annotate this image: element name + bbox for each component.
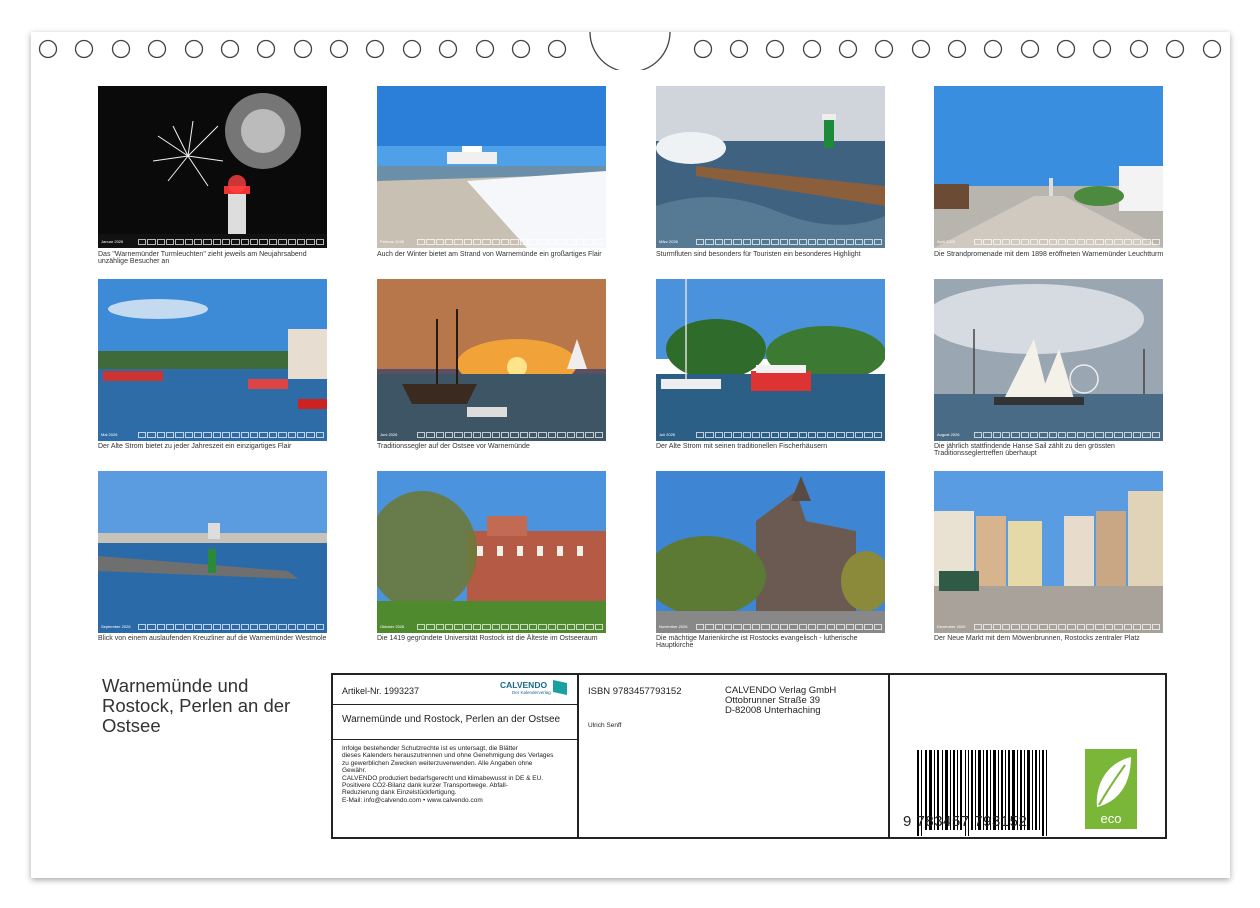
caption-january: Das "Warnemünder Turmleuchten" zieht jew… — [98, 251, 307, 265]
caption-april: Die Strandpromenade mit dem 1898 eröffne… — [934, 251, 1164, 258]
caption-june: Traditionssegler auf der Ostsee vor Warn… — [377, 443, 530, 450]
photo-october: Oktober 2026 — [377, 471, 606, 633]
month-strip: Dezember 2026 — [937, 623, 1160, 630]
calvendo-logo: CALVENDO Der Kalenderverlag — [500, 680, 570, 700]
month-strip: April 2026 — [937, 238, 1160, 245]
brand-tagline: Der Kalenderverlag — [512, 690, 551, 695]
author: Ulrich Senff — [588, 722, 622, 729]
caption-december: Der Neue Markt mit dem Möwenbrunnen, Ros… — [934, 635, 1140, 642]
info-title: Warnemünde und Rostock, Perlen an der Os… — [342, 714, 561, 725]
month-strip: März 2026 — [659, 238, 882, 245]
caption-march: Sturmfluten sind besonders für Touristen… — [656, 251, 861, 258]
caption-november: Die mächtige Marienkirche ist Rostocks e… — [656, 635, 858, 649]
photo-august: August 2026 — [934, 279, 1163, 441]
caption-october: Die 1419 gegründete Universität Rostock … — [377, 635, 598, 642]
caption-september: Blick von einem auslaufenden Kreuzliner … — [98, 635, 327, 642]
caption-july: Der Alte Strom mit seinen traditionellen… — [656, 443, 828, 450]
photo-november: November 2026 — [656, 471, 885, 633]
brand-name: CALVENDO — [500, 680, 548, 690]
calendar-title: Warnemünde und Rostock, Perlen an der Os… — [102, 675, 291, 736]
month-strip: Mai 2026 — [101, 431, 324, 438]
photo-january: Januar 2026 — [98, 86, 327, 248]
photo-may: Mai 2026 — [98, 279, 327, 441]
brand-mark-icon — [553, 680, 567, 695]
photo-september: September 2026 — [98, 471, 327, 633]
divider — [331, 704, 579, 706]
caption-may: Der Alte Strom bietet zu jeder Jahreszei… — [98, 443, 292, 450]
barcode-digits: 9 783457 793152 — [903, 813, 1028, 830]
isbn: ISBN 9783457793152 — [588, 686, 682, 697]
month-strip: Oktober 2026 — [380, 623, 603, 630]
photo-july: Juli 2026 — [656, 279, 885, 441]
eco-logo: eco — [1085, 749, 1137, 829]
photo-december: Dezember 2026 — [934, 471, 1163, 633]
month-strip: Januar 2026 — [101, 238, 324, 245]
month-strip: Februar 2026 — [380, 238, 603, 245]
caption-february: Auch der Winter bietet am Strand von War… — [377, 251, 602, 258]
month-strip: Juli 2026 — [659, 431, 882, 438]
month-strip: November 2026 — [659, 623, 882, 630]
month-strip: Juni 2026 — [380, 431, 603, 438]
caption-august: Die jährlich stattfindende Hanse Sail zä… — [934, 443, 1115, 457]
photo-march: März 2026 — [656, 86, 885, 248]
photo-april: April 2026 — [934, 86, 1163, 248]
binding-holes — [38, 31, 1222, 70]
eco-label: eco — [1100, 811, 1122, 826]
month-strip: September 2026 — [101, 623, 324, 630]
article-number: Artikel-Nr. 1993237 — [342, 686, 420, 696]
divider — [331, 739, 579, 741]
month-strip: August 2026 — [937, 431, 1160, 438]
photo-june: Juni 2026 — [377, 279, 606, 441]
photo-february: Februar 2026 — [377, 86, 606, 248]
